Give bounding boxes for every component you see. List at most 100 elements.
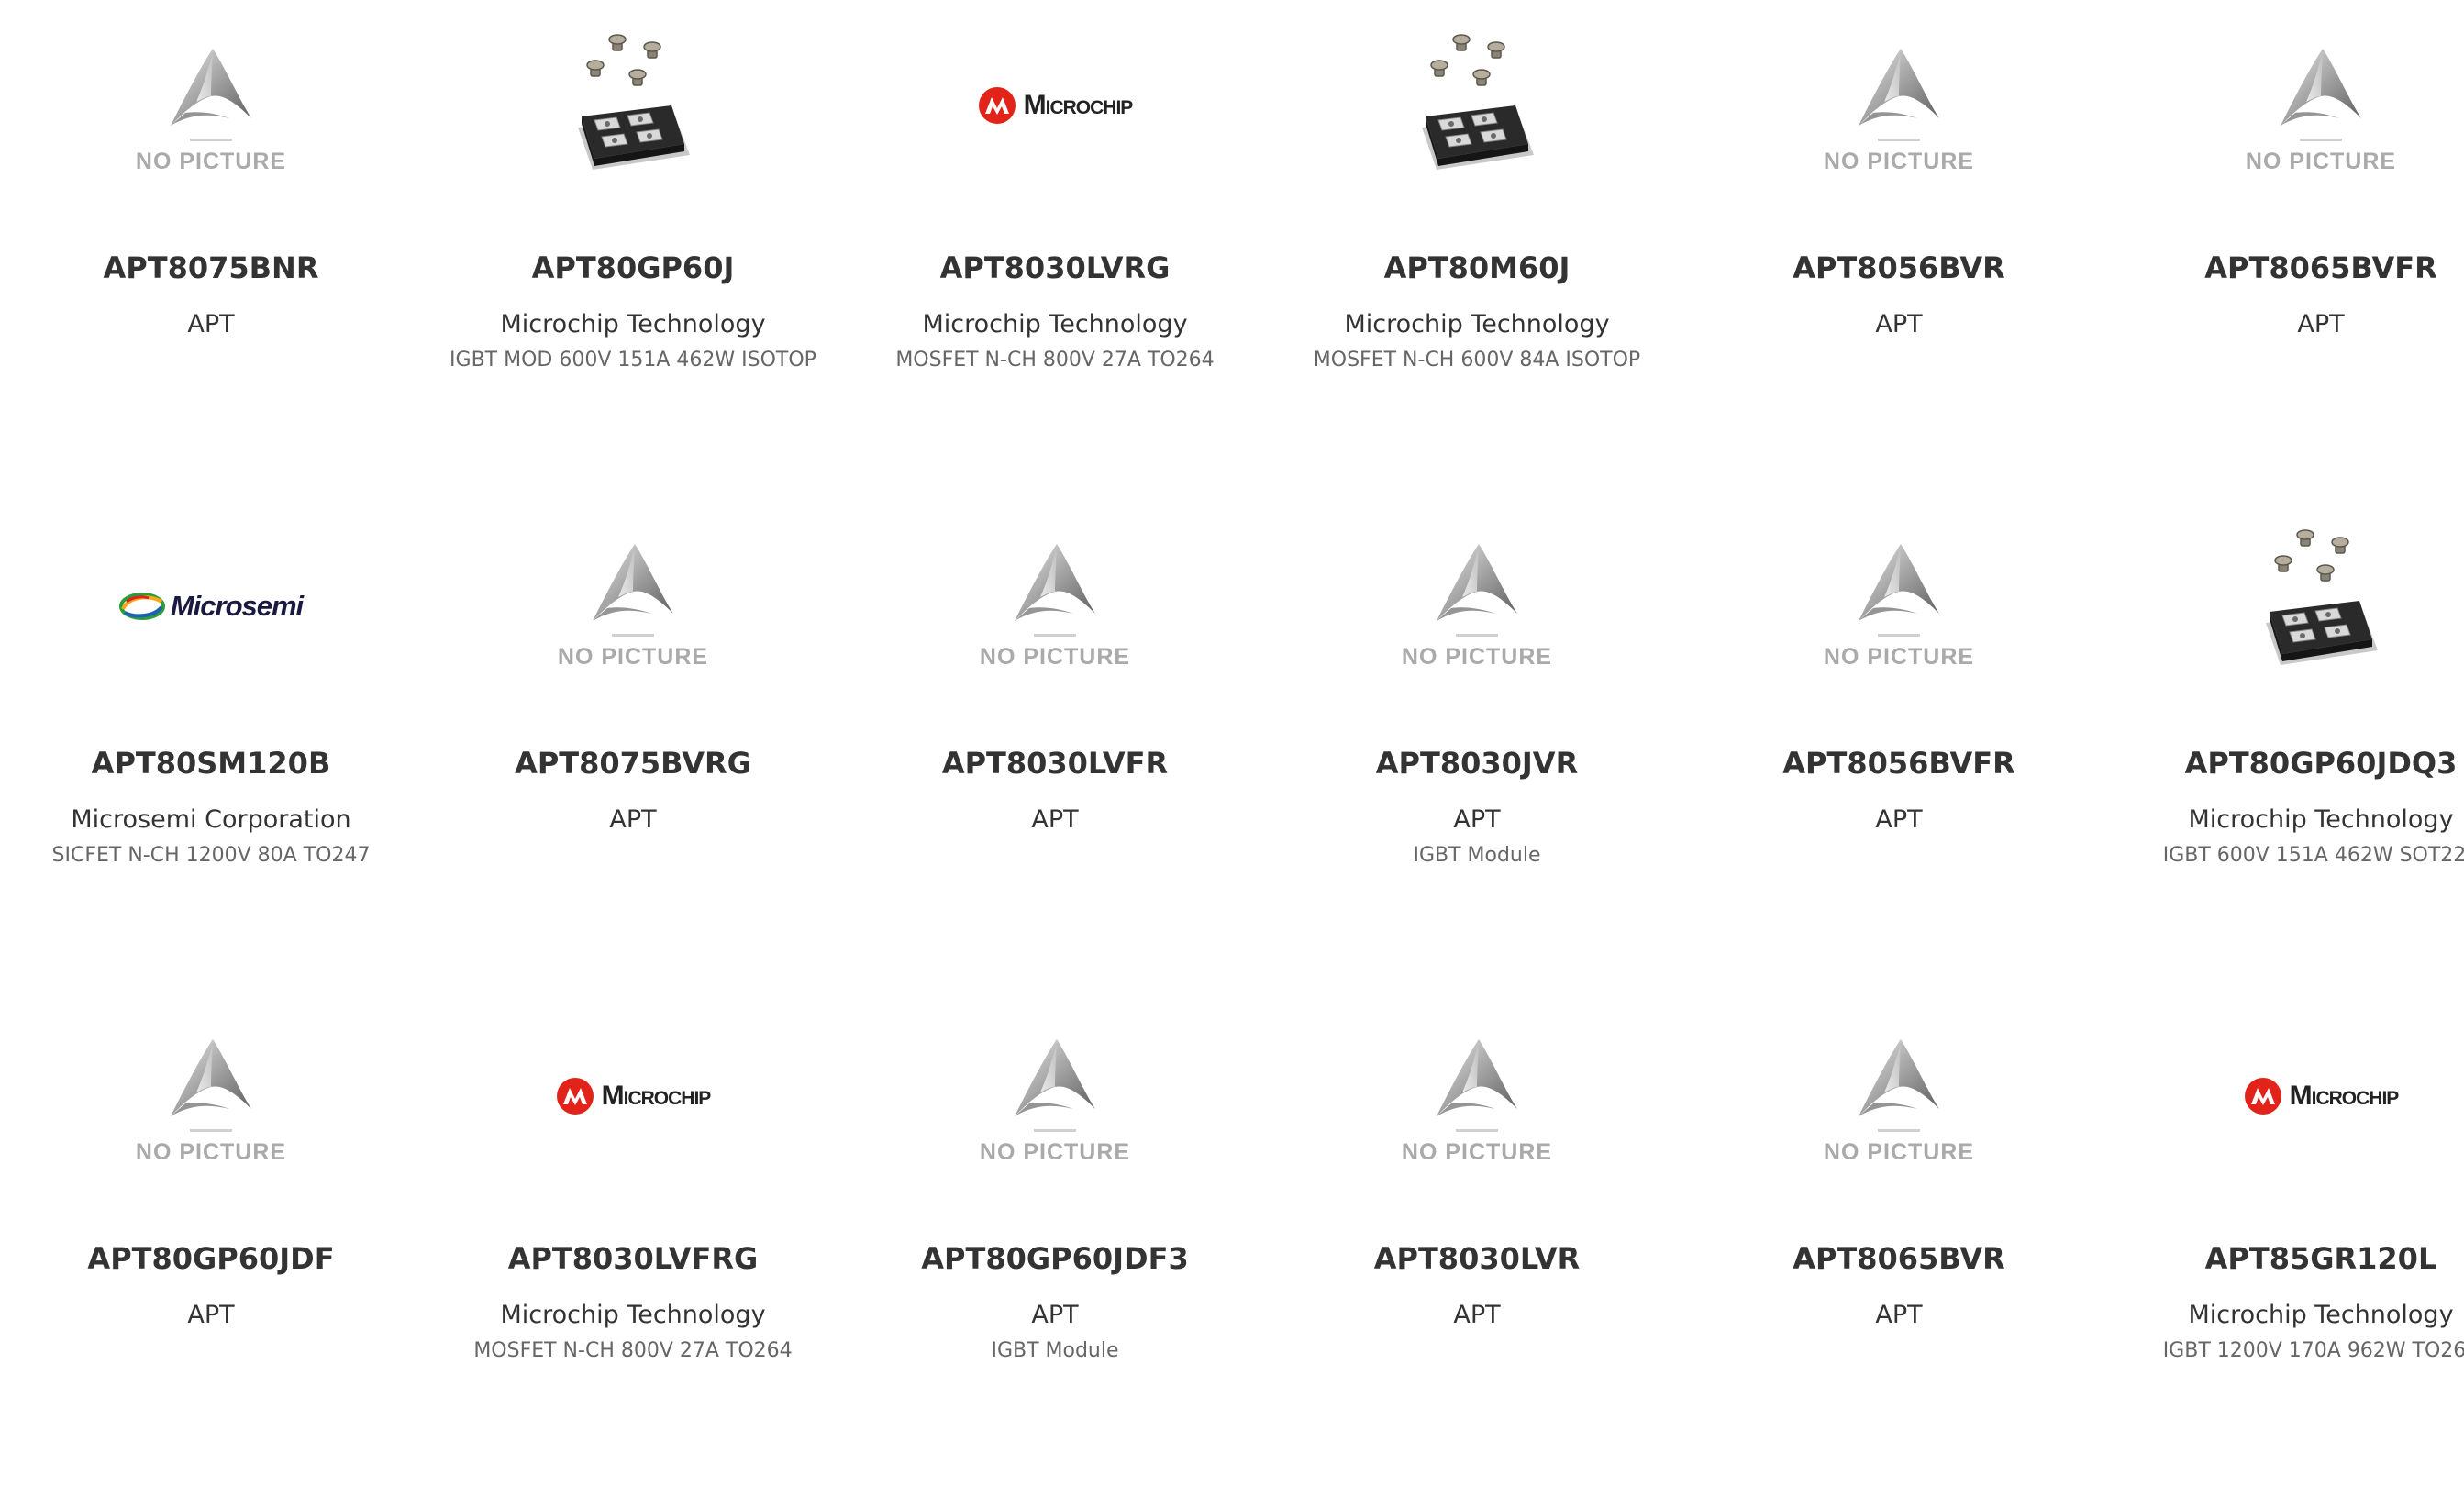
part-number[interactable]: APT80M60J <box>1266 246 1688 290</box>
product-thumbnail[interactable]: NO PICTURE <box>422 495 844 706</box>
product-grid: NO PICTURE APT8075BNR APT APT80GP60J Mic… <box>0 0 2464 1362</box>
part-number[interactable]: APT80GP60J <box>422 246 844 290</box>
product-thumbnail[interactable]: NO PICTURE <box>0 0 422 211</box>
no-picture-icon <box>1859 544 1939 621</box>
no-picture-label: NO PICTURE <box>1823 149 1975 174</box>
part-number[interactable]: APT8030LVRG <box>844 246 1266 290</box>
no-picture-placeholder: NO PICTURE <box>2246 45 2396 175</box>
product-card[interactable]: APT80M60J Microchip Technology MOSFET N-CH… <box>1266 0 1688 495</box>
part-number[interactable]: APT8075BNR <box>0 246 422 290</box>
microchip-logo-text: Microchip <box>601 1081 712 1111</box>
no-picture-placeholder: NO PICTURE <box>980 1036 1130 1166</box>
no-picture-divider <box>1034 634 1076 637</box>
product-thumbnail[interactable] <box>1266 0 1688 211</box>
part-number[interactable]: APT8056BVFR <box>1688 741 2110 785</box>
no-picture-divider <box>190 1129 232 1132</box>
product-card[interactable]: NO PICTURE APT8030LVR APT <box>1266 991 1688 1486</box>
no-picture-icon <box>1437 544 1517 621</box>
product-thumbnail[interactable]: NO PICTURE <box>844 495 1266 706</box>
product-description: IGBT 1200V 170A 962W TO264 <box>2162 1339 2464 1362</box>
no-picture-placeholder: NO PICTURE <box>1824 1036 1974 1166</box>
product-card[interactable]: NO PICTURE APT8056BVFR APT <box>1688 495 2110 991</box>
no-picture-divider <box>190 139 232 141</box>
manufacturer-name: Microchip Technology <box>2188 805 2454 834</box>
manufacturer-name: APT <box>1453 1301 1501 1329</box>
part-number[interactable]: APT80GP60JDF <box>0 1236 422 1281</box>
no-picture-placeholder: NO PICTURE <box>1402 1036 1552 1166</box>
product-card[interactable]: NO PICTURE APT8065BVR APT <box>1688 991 2110 1486</box>
manufacturer-name: APT <box>1875 310 1923 338</box>
product-card[interactable]: Microchip APT8030LVFRG Microchip Technolo… <box>422 991 844 1486</box>
manufacturer-name: Microchip Technology <box>922 310 1188 338</box>
product-thumbnail[interactable]: NO PICTURE <box>1266 991 1688 1202</box>
microchip-logo-text: Microchip <box>1023 90 1134 120</box>
manufacturer-name: APT <box>187 1301 235 1329</box>
product-thumbnail[interactable]: Microchip <box>2110 991 2464 1202</box>
no-picture-divider <box>2300 139 2342 141</box>
no-picture-icon <box>1015 1039 1095 1116</box>
no-picture-icon <box>1859 49 1939 126</box>
product-card[interactable]: Microchip APT8030LVRG Microchip Technolog… <box>844 0 1266 495</box>
product-thumbnail[interactable]: NO PICTURE <box>1688 991 2110 1202</box>
part-number[interactable]: APT80GP60JDF3 <box>844 1236 1266 1281</box>
microsemi-logo: Microsemi <box>118 590 304 623</box>
product-card[interactable]: NO PICTURE APT8030LVFR APT <box>844 495 1266 991</box>
no-picture-icon <box>2281 49 2361 126</box>
product-thumbnail[interactable] <box>2110 495 2464 706</box>
no-picture-placeholder: NO PICTURE <box>1824 45 1974 175</box>
part-number[interactable]: APT8030LVFRG <box>422 1236 844 1281</box>
no-picture-label: NO PICTURE <box>1823 1139 1975 1165</box>
no-picture-divider <box>1456 634 1498 637</box>
product-card[interactable]: NO PICTURE APT80GP60JDF3 APT IGBT Module <box>844 991 1266 1486</box>
product-thumbnail[interactable]: NO PICTURE <box>0 991 422 1202</box>
no-picture-placeholder: NO PICTURE <box>1824 540 1974 671</box>
part-number[interactable]: APT85GR120L <box>2110 1236 2464 1281</box>
product-card[interactable]: Microsemi APT80SM120B Microsemi Corporati… <box>0 495 422 991</box>
no-picture-label: NO PICTURE <box>557 644 709 670</box>
product-card[interactable]: NO PICTURE APT8065BVFR APT <box>2110 0 2464 495</box>
igbt-module-image <box>578 34 690 170</box>
part-number[interactable]: APT8030JVR <box>1266 741 1688 785</box>
product-thumbnail[interactable]: Microchip <box>844 0 1266 211</box>
product-card[interactable]: APT80GP60JDQ3 Microchip Technology IGBT 60… <box>2110 495 2464 991</box>
part-number[interactable]: APT8075BVRG <box>422 741 844 785</box>
product-thumbnail[interactable]: Microsemi <box>0 495 422 706</box>
product-description: IGBT 600V 151A 462W SOT227 <box>2162 844 2464 867</box>
product-thumbnail[interactable]: NO PICTURE <box>1688 495 2110 706</box>
product-card[interactable]: NO PICTURE APT8056BVR APT <box>1688 0 2110 495</box>
part-number[interactable]: APT8030LVR <box>1266 1236 1688 1281</box>
no-picture-divider <box>1878 634 1920 637</box>
part-number[interactable]: APT80GP60JDQ3 <box>2110 741 2464 785</box>
product-thumbnail[interactable] <box>422 0 844 211</box>
product-card[interactable]: NO PICTURE APT8030JVR APT IGBT Module <box>1266 495 1688 991</box>
product-card[interactable]: NO PICTURE APT8075BVRG APT <box>422 495 844 991</box>
product-thumbnail[interactable]: NO PICTURE <box>2110 0 2464 211</box>
product-card[interactable]: NO PICTURE APT8075BNR APT <box>0 0 422 495</box>
manufacturer-name: Microchip Technology <box>500 310 766 338</box>
product-thumbnail[interactable]: NO PICTURE <box>1266 495 1688 706</box>
product-card[interactable]: APT80GP60J Microchip Technology IGBT MOD 6… <box>422 0 844 495</box>
no-picture-label: NO PICTURE <box>1401 1139 1553 1165</box>
microsemi-logo-icon <box>118 593 165 620</box>
manufacturer-name: APT <box>1875 1301 1923 1329</box>
no-picture-divider <box>1878 1129 1920 1132</box>
microchip-logo-icon <box>978 87 1016 124</box>
igbt-module-image <box>1422 34 1534 170</box>
no-picture-divider <box>612 634 654 637</box>
manufacturer-name: APT <box>1453 805 1501 834</box>
product-description: MOSFET N-CH 600V 84A ISOTOP <box>1313 349 1641 372</box>
product-description: SICFET N-CH 1200V 80A TO247 <box>51 844 371 867</box>
part-number[interactable]: APT8030LVFR <box>844 741 1266 785</box>
product-description: MOSFET N-CH 800V 27A TO264 <box>473 1339 793 1362</box>
product-thumbnail[interactable]: NO PICTURE <box>1688 0 2110 211</box>
product-thumbnail[interactable]: NO PICTURE <box>844 991 1266 1202</box>
part-number[interactable]: APT8056BVR <box>1688 246 2110 290</box>
part-number[interactable]: APT80SM120B <box>0 741 422 785</box>
product-card[interactable]: Microchip APT85GR120L Microchip Technolog… <box>2110 991 2464 1486</box>
product-card[interactable]: NO PICTURE APT80GP60JDF APT <box>0 991 422 1486</box>
no-picture-icon <box>1015 544 1095 621</box>
manufacturer-name: APT <box>187 310 235 338</box>
part-number[interactable]: APT8065BVFR <box>2110 246 2464 290</box>
part-number[interactable]: APT8065BVR <box>1688 1236 2110 1281</box>
product-thumbnail[interactable]: Microchip <box>422 991 844 1202</box>
